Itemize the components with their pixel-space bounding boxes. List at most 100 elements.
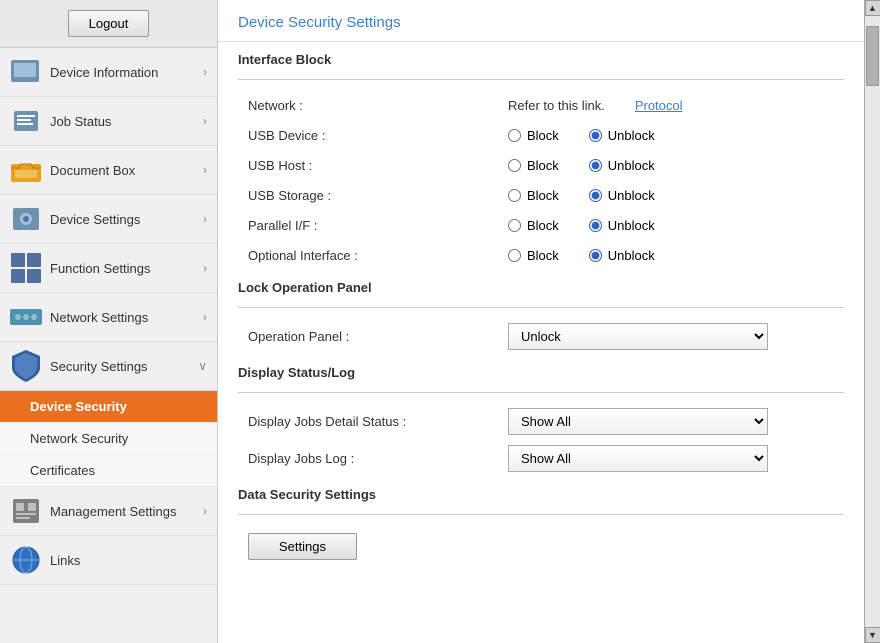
operation-panel-row: Operation Panel : Unlock Lock [238,318,844,355]
doc-box-icon [10,154,42,186]
data-security-settings-title: Data Security Settings [238,487,844,506]
usb-host-block-option[interactable]: Block [508,158,559,173]
operation-panel-value: Unlock Lock [508,323,834,350]
func-settings-icon [10,252,42,284]
optional-interface-value: Block Unblock [508,248,834,263]
scroll-up-button[interactable]: ▲ [865,0,880,16]
chevron-down-icon: ∨ [198,359,207,373]
protocol-link[interactable]: Protocol [635,98,683,113]
usb-storage-unblock-option[interactable]: Unblock [589,188,655,203]
display-jobs-log-row: Display Jobs Log : Show All Hide All [238,440,844,477]
operation-panel-select[interactable]: Unlock Lock [508,323,768,350]
scroll-thumb[interactable] [866,26,879,86]
usb-device-value: Block Unblock [508,128,834,143]
display-jobs-log-label: Display Jobs Log : [248,451,508,466]
display-jobs-detail-status-select[interactable]: Show All Hide All [508,408,768,435]
display-jobs-detail-status-label: Display Jobs Detail Status : [248,414,508,429]
network-icon [10,301,42,333]
usb-host-unblock-option[interactable]: Unblock [589,158,655,173]
data-security-settings-section: Data Security Settings Settings [238,487,844,568]
sidebar-item-device-security[interactable]: Device Security [0,391,217,423]
sidebar-item-certificates[interactable]: Certificates [0,455,217,487]
chevron-right-icon: › [203,114,207,128]
sidebar-item-document-box-label: Document Box [50,163,203,178]
usb-storage-label: USB Storage : [248,188,508,203]
parallel-if-block-radio[interactable] [508,219,521,232]
interface-block-title: Interface Block [238,52,844,71]
optional-interface-block-option[interactable]: Block [508,248,559,263]
parallel-if-label: Parallel I/F : [248,218,508,233]
mgmt-icon [10,495,42,527]
sidebar-item-links-label: Links [50,553,207,568]
parallel-if-row: Parallel I/F : Block Unblock [238,210,844,240]
sidebar-item-job-status-label: Job Status [50,114,203,129]
optional-interface-unblock-radio[interactable] [589,249,602,262]
usb-storage-unblock-radio[interactable] [589,189,602,202]
sidebar-item-network-settings[interactable]: Network Settings › [0,293,217,342]
chevron-right-icon: › [203,261,207,275]
usb-storage-block-option[interactable]: Block [508,188,559,203]
usb-storage-block-radio[interactable] [508,189,521,202]
sidebar-item-job-status[interactable]: Job Status › [0,97,217,146]
usb-host-block-radio[interactable] [508,159,521,172]
usb-storage-value: Block Unblock [508,188,834,203]
security-icon [10,350,42,382]
device-info-icon [10,56,42,88]
lock-operation-panel-title: Lock Operation Panel [238,280,844,299]
usb-device-label: USB Device : [248,128,508,143]
sidebar-item-network-security[interactable]: Network Security [0,423,217,455]
dev-settings-icon [10,203,42,235]
network-row: Network : Refer to this link. Protocol [238,90,844,120]
chevron-right-icon: › [203,310,207,324]
chevron-right-icon: › [203,65,207,79]
parallel-if-block-option[interactable]: Block [508,218,559,233]
optional-interface-label: Optional Interface : [248,248,508,263]
scroll-down-button[interactable]: ▼ [865,627,880,643]
usb-device-unblock-option[interactable]: Unblock [589,128,655,143]
optional-interface-block-radio[interactable] [508,249,521,262]
interface-block-section: Interface Block Network : Refer to this … [238,52,844,270]
lock-operation-panel-section: Lock Operation Panel Operation Panel : U… [238,280,844,355]
usb-host-unblock-radio[interactable] [589,159,602,172]
sidebar-header: Logout [0,0,217,48]
data-security-settings-button[interactable]: Settings [248,533,357,560]
network-refer-text: Refer to this link. [508,98,605,113]
sidebar-item-function-settings[interactable]: Function Settings › [0,244,217,293]
sidebar-item-management-settings[interactable]: Management Settings › [0,487,217,536]
sidebar-item-links[interactable]: Links [0,536,217,585]
usb-device-row: USB Device : Block Unblock [238,120,844,150]
optional-interface-row: Optional Interface : Block Unblock [238,240,844,270]
parallel-if-unblock-radio[interactable] [589,219,602,232]
usb-host-value: Block Unblock [508,158,834,173]
operation-panel-label: Operation Panel : [248,329,508,344]
parallel-if-unblock-option[interactable]: Unblock [589,218,655,233]
display-status-log-section: Display Status/Log Display Jobs Detail S… [238,365,844,477]
content-body: Interface Block Network : Refer to this … [218,42,864,588]
display-jobs-detail-status-value: Show All Hide All [508,408,834,435]
sidebar-item-device-settings-label: Device Settings [50,212,203,227]
chevron-right-icon: › [203,504,207,518]
parallel-if-value: Block Unblock [508,218,834,233]
scrollbar: ▲ ▼ [864,0,880,643]
sidebar-item-device-settings[interactable]: Device Settings › [0,195,217,244]
sidebar-item-function-settings-label: Function Settings [50,261,203,276]
sidebar-item-device-information[interactable]: Device Information › [0,48,217,97]
sidebar-item-management-settings-label: Management Settings [50,504,203,519]
usb-device-block-option[interactable]: Block [508,128,559,143]
job-status-icon [10,105,42,137]
sidebar-item-security-settings[interactable]: Security Settings ∨ [0,342,217,391]
usb-device-unblock-radio[interactable] [589,129,602,142]
sidebar-nav: Device Information › Job Status › [0,48,217,643]
sidebar-item-security-settings-label: Security Settings [50,359,198,374]
network-value: Refer to this link. Protocol [508,98,834,113]
display-jobs-log-select[interactable]: Show All Hide All [508,445,768,472]
logout-button[interactable]: Logout [68,10,150,37]
usb-device-block-radio[interactable] [508,129,521,142]
optional-interface-unblock-option[interactable]: Unblock [589,248,655,263]
sidebar: Logout Device Information › [0,0,218,643]
network-label: Network : [248,98,508,113]
chevron-right-icon: › [203,163,207,177]
scroll-track [865,16,880,627]
sidebar-item-network-settings-label: Network Settings [50,310,203,325]
sidebar-item-document-box[interactable]: Document Box › [0,146,217,195]
